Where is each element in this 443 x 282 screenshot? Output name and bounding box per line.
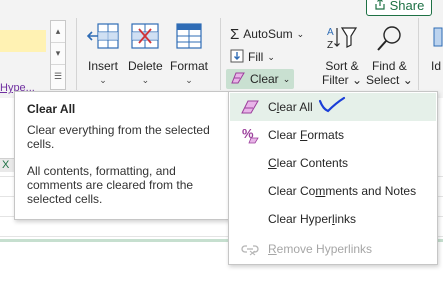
column-marker: X [2, 159, 10, 171]
ribbon-home: Share Hype... ▴ ▾ ☰ Insert ⌄ Delete ⌄ Fo… [0, 0, 443, 98]
tooltip-details: All contents, formatting, and comments a… [27, 164, 194, 206]
autosum-label: AutoSum [243, 27, 293, 41]
menu-item-label: Clear Formats [268, 128, 345, 142]
format-cells-icon [172, 22, 206, 53]
delete-button[interactable]: Delete ⌄ [128, 22, 163, 86]
magnifier-icon [372, 24, 406, 55]
fill-down-icon [230, 49, 244, 66]
remove-link-icon [240, 239, 260, 259]
cell-styles-gallery[interactable]: Hype... [0, 20, 48, 94]
insert-button[interactable]: Insert ⌄ [86, 22, 120, 86]
share-label: Share [389, 0, 425, 13]
chevron-down-icon: ⌄ [99, 75, 107, 85]
menu-item-clear-formats[interactable]: % Clear Formats [230, 121, 436, 149]
ideas-icon [426, 24, 443, 55]
sort-label: Sort & [325, 59, 359, 73]
share-button[interactable]: Share [366, 0, 432, 16]
menu-item-clear-contents[interactable]: Clear Contents [230, 149, 436, 177]
checkmark-annotation-icon [318, 95, 346, 118]
gallery-up-icon[interactable]: ▴ [51, 21, 65, 43]
chevron-down-icon: ⌄ [296, 28, 305, 39]
fill-button[interactable]: Fill ⌄ [230, 47, 275, 67]
autosum-button[interactable]: Σ AutoSum ⌄ [230, 24, 304, 44]
format-label: Format [170, 59, 209, 73]
sigma-icon: Σ [230, 25, 240, 43]
gallery-scroll-controls[interactable]: ▴ ▾ ☰ [50, 20, 66, 90]
clear-dropdown-menu: Clear All % Clear Formats Clear Contents… [228, 91, 438, 265]
group-divider [418, 18, 419, 90]
gallery-down-icon[interactable]: ▾ [51, 43, 65, 65]
group-divider [76, 18, 77, 90]
menu-item-label: Clear Hyperlinks [268, 212, 357, 226]
insert-label: Insert [87, 59, 118, 73]
chevron-down-icon: ⌄ [267, 51, 275, 62]
ideas-label: Id [430, 59, 441, 73]
fill-label: Fill [248, 50, 264, 64]
chevron-down-icon: ⌄ [141, 75, 150, 85]
chevron-down-icon: ⌄ [282, 73, 291, 84]
sort-filter-button[interactable]: A Z Sort & Filter ⌄ [322, 24, 362, 87]
menu-item-label: Clear All [268, 100, 313, 114]
clear-label: Clear [250, 72, 279, 86]
eraser-icon [240, 97, 260, 117]
menu-item-label: Clear Contents [268, 156, 349, 170]
find-select-button[interactable]: Find & Select ⌄ [366, 24, 413, 87]
gallery-more-icon[interactable]: ☰ [51, 65, 65, 87]
filter-label: Filter ⌄ [322, 73, 363, 87]
menu-item-label: Remove Hyperlinks [268, 242, 373, 256]
menu-item-clear-comments-notes[interactable]: Clear Comments and Notes [230, 177, 436, 205]
eraser-icon [230, 71, 246, 88]
delete-label: Delete [128, 59, 163, 73]
find-label: Find & [372, 59, 407, 73]
tooltip-description: Clear everything from the selected cells… [27, 123, 210, 151]
menu-item-remove-hyperlinks: Remove Hyperlinks [230, 235, 436, 263]
clear-all-tooltip: Clear All Clear everything from the sele… [14, 91, 230, 220]
neutral-style-swatch[interactable] [0, 30, 46, 52]
share-icon [374, 0, 386, 13]
select-label: Select ⌄ [366, 73, 413, 87]
clear-button[interactable]: Clear ⌄ [226, 69, 295, 89]
delete-cells-icon [128, 22, 162, 53]
ideas-button[interactable]: Id [426, 24, 443, 73]
tooltip-title: Clear All [27, 102, 76, 116]
format-button[interactable]: Format ⌄ [170, 22, 208, 86]
sort-filter-icon: A Z [325, 24, 359, 55]
percent-format-icon: % [240, 125, 260, 145]
menu-item-label: Clear Comments and Notes [268, 184, 417, 198]
menu-item-clear-all[interactable]: Clear All [230, 93, 436, 121]
chevron-down-icon: ⌄ [185, 75, 193, 85]
group-divider [220, 18, 221, 90]
insert-cells-icon [86, 22, 120, 53]
svg-text:Z: Z [327, 40, 333, 51]
menu-item-clear-hyperlinks[interactable]: Clear Hyperlinks [230, 205, 436, 233]
svg-text:A: A [327, 27, 334, 38]
